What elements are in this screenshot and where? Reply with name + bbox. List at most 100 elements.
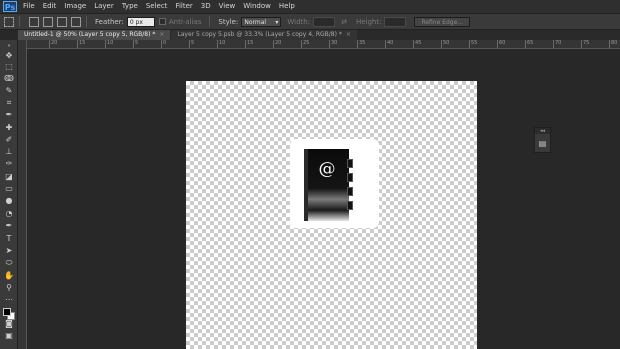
more-tools-icon[interactable]: ⋯ <box>4 296 14 304</box>
menu-3d[interactable]: 3D <box>197 0 215 13</box>
book-tab <box>347 159 353 168</box>
ellipse-shape-icon[interactable]: ⬭ <box>4 259 14 267</box>
height-label: Height: <box>355 17 382 26</box>
menu-layer[interactable]: Layer <box>90 0 118 13</box>
book-tab <box>347 187 353 196</box>
type-tool-icon[interactable]: T <box>4 235 14 243</box>
crop-icon[interactable]: ⌗ <box>4 99 14 107</box>
vertical-ruler <box>18 40 27 349</box>
ruler-tick: 15 <box>77 40 85 48</box>
collapsed-panel-dock: ◂◂ ▤ <box>534 127 551 153</box>
ruler-tick: 55 <box>469 40 477 48</box>
feather-label: Feather: <box>95 17 124 26</box>
tab-layer-5-copy-5-psb[interactable]: Layer 5 copy 5.psb @ 33.3% (Layer 5 copy… <box>171 30 357 40</box>
tab-label: Untitled-1 @ 50% (Layer 5 copy 5, RGB/8)… <box>24 31 156 38</box>
eyedropper-icon[interactable]: ✒ <box>4 111 14 119</box>
intersect-selection-icon[interactable] <box>71 16 81 27</box>
ruler-tick: 5 <box>133 40 138 48</box>
foreground-color[interactable] <box>3 308 11 316</box>
path-selection-icon[interactable]: ➤ <box>4 247 14 255</box>
quick-selection-icon[interactable]: ✎ <box>4 87 14 95</box>
tab-close-icon[interactable]: × <box>346 31 351 38</box>
ruler-tick: 20 <box>273 40 281 48</box>
tab-close-icon[interactable]: × <box>159 31 164 38</box>
ruler-tick: 65 <box>525 40 533 48</box>
ruler-tick: 75 <box>581 40 589 48</box>
separator <box>86 16 87 27</box>
ruler-tick: 30 <box>329 40 337 48</box>
menu-help[interactable]: Help <box>275 0 299 13</box>
screen-mode-icon[interactable]: ▣ <box>4 332 14 340</box>
eraser-icon[interactable]: ◪ <box>4 173 14 181</box>
menu-file[interactable]: File <box>19 0 39 13</box>
ruler-tick: 20 <box>49 40 57 48</box>
clone-stamp-icon[interactable]: ⊥ <box>4 148 14 156</box>
tab-untitled-1[interactable]: Untitled-1 @ 50% (Layer 5 copy 5, RGB/8)… <box>18 30 171 40</box>
ruler-tick: 10 <box>217 40 225 48</box>
menu-window[interactable]: Window <box>239 0 275 13</box>
history-brush-icon[interactable]: ✑ <box>4 160 14 168</box>
panel-collapse-icon[interactable]: » <box>4 42 14 50</box>
ruler-tick: 40 <box>385 40 393 48</box>
ruler-tick: 45 <box>413 40 421 48</box>
address-book-graphic: @ <box>304 149 353 221</box>
ruler-tick: 35 <box>357 40 365 48</box>
ruler-tick: 60 <box>497 40 505 48</box>
width-input[interactable] <box>313 16 336 27</box>
ruler-tick: 25 <box>301 40 309 48</box>
ruler-tick: 10 <box>105 40 113 48</box>
tools-panel: » ✥ ⬚ ↂ ✎ ⌗ ✒ ✚ ✐ ⊥ ✑ ◪ ▭ ● ◔ ✒ T ➤ ⬭ ✋ … <box>0 40 18 349</box>
refine-edge-button[interactable]: Refine Edge... <box>414 16 471 27</box>
layer-image[interactable]: @ <box>290 139 379 228</box>
color-swatches[interactable] <box>3 308 16 321</box>
tab-label: Layer 5 copy 5.psb @ 33.3% (Layer 5 copy… <box>177 31 342 38</box>
style-label: Style: <box>218 17 239 26</box>
zoom-tool-icon[interactable]: ⚲ <box>4 284 14 292</box>
document-tab-bar: Untitled-1 @ 50% (Layer 5 copy 5, RGB/8)… <box>18 30 620 40</box>
menu-image[interactable]: Image <box>60 0 90 13</box>
menu-type[interactable]: Type <box>118 0 142 13</box>
properties-panel-icon[interactable]: ▤ <box>538 139 547 148</box>
book-tab <box>347 201 353 210</box>
panel-expand-button[interactable]: ◂◂ <box>535 128 550 134</box>
swap-icon[interactable]: ⇄ <box>341 18 347 26</box>
ruler-tick: 80 <box>609 40 617 48</box>
lasso-icon[interactable]: ↂ <box>4 75 14 83</box>
hand-tool-icon[interactable]: ✋ <box>4 272 14 280</box>
photoshop-logo: Ps <box>3 1 17 12</box>
rectangular-marquee-icon[interactable]: ⬚ <box>4 63 14 71</box>
gradient-icon[interactable]: ▭ <box>4 185 14 193</box>
horizontal-ruler: 20 15 10 5 0 5 10 15 20 25 30 35 40 45 50 55 60 65 70 75 80 <box>27 40 620 49</box>
brush-icon[interactable]: ✐ <box>4 136 14 144</box>
at-sign-glyph: @ <box>318 159 336 179</box>
height-input[interactable] <box>384 16 407 27</box>
antialias-checkbox[interactable] <box>158 18 166 25</box>
ruler-tick: 0 <box>161 40 166 48</box>
new-selection-icon[interactable] <box>29 16 39 27</box>
style-select[interactable]: Normal <box>241 16 282 27</box>
dodge-icon[interactable]: ◔ <box>4 210 14 218</box>
blur-icon[interactable]: ● <box>4 197 14 205</box>
marquee-tool-preset-icon[interactable] <box>4 16 14 27</box>
menu-filter[interactable]: Filter <box>171 0 196 13</box>
ruler-tick: 15 <box>245 40 253 48</box>
quick-mask-icon[interactable]: ◙ <box>4 320 14 328</box>
options-bar: Feather: 0 px Anti-alias Style: Normal W… <box>0 13 620 30</box>
pen-icon[interactable]: ✒ <box>4 222 14 230</box>
separator <box>209 16 211 27</box>
healing-brush-icon[interactable]: ✚ <box>4 124 14 132</box>
add-to-selection-icon[interactable] <box>43 16 53 27</box>
subtract-from-selection-icon[interactable] <box>57 16 67 27</box>
width-label: Width: <box>287 17 311 26</box>
menu-edit[interactable]: Edit <box>39 0 61 13</box>
ruler-tick: 70 <box>553 40 561 48</box>
move-tool-icon[interactable]: ✥ <box>4 52 14 60</box>
ruler-tick: 50 <box>441 40 449 48</box>
menu-bar: Ps File Edit Image Layer Type Select Fil… <box>0 0 620 13</box>
menu-view[interactable]: View <box>215 0 240 13</box>
feather-input[interactable]: 0 px <box>126 16 155 27</box>
ruler-tick: 5 <box>189 40 194 48</box>
book-tab <box>347 173 353 182</box>
antialias-label: Anti-alias <box>168 17 202 26</box>
menu-select[interactable]: Select <box>142 0 172 13</box>
